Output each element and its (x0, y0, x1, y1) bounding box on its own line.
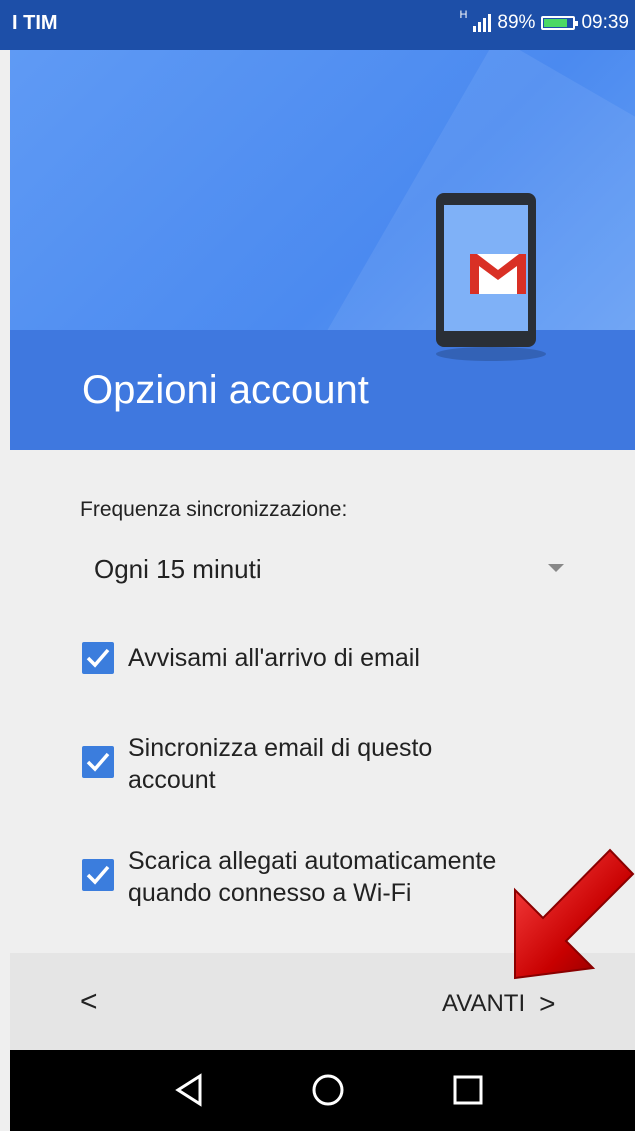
status-indicators: H 89% 09:39 (459, 9, 629, 34)
android-nav-bar (10, 1050, 635, 1131)
carrier-name: I TIM (12, 12, 58, 34)
phone-illustration (436, 193, 536, 347)
red-arrow-annotation (514, 848, 635, 980)
chevron-right-icon: > (539, 988, 556, 1019)
clock: 09:39 (581, 12, 629, 33)
sync-frequency-value: Ogni 15 minuti (94, 554, 262, 584)
phone-shadow (436, 347, 546, 361)
network-type: H (459, 9, 468, 21)
sync-frequency-label: Frequenza sincronizzazione: (80, 498, 348, 521)
checkmark-icon (86, 865, 110, 885)
notify-label: Avvisami all'arrivo di email (128, 644, 420, 672)
dropdown-arrow-icon (548, 564, 564, 572)
header-banner: Opzioni account (10, 50, 635, 450)
back-triangle-icon[interactable] (172, 1072, 208, 1108)
back-button[interactable]: < (80, 985, 98, 1019)
next-label: AVANTI (442, 990, 526, 1017)
download-attachments-checkbox[interactable] (82, 859, 114, 891)
download-attachments-label: Scarica allegati automaticamente quando … (128, 847, 497, 907)
sync-email-label: Sincronizza email di questo account (128, 734, 433, 794)
battery-fill (544, 19, 568, 27)
status-bar: I TIM H 89% 09:39 (0, 0, 635, 50)
notify-checkbox[interactable] (82, 642, 114, 674)
next-button[interactable]: AVANTI > (442, 988, 555, 1020)
battery-percent: 89% (497, 12, 536, 33)
sync-frequency-dropdown[interactable]: Ogni 15 minuti (80, 546, 574, 592)
page-title: Opzioni account (82, 368, 369, 412)
checkmark-icon (86, 752, 110, 772)
home-circle-icon[interactable] (310, 1072, 346, 1108)
recents-square-icon[interactable] (450, 1072, 486, 1108)
battery-icon (541, 16, 579, 30)
sync-email-checkbox[interactable] (82, 746, 114, 778)
gmail-icon (470, 254, 526, 294)
signal-icon (473, 14, 492, 32)
checkmark-icon (86, 648, 110, 668)
